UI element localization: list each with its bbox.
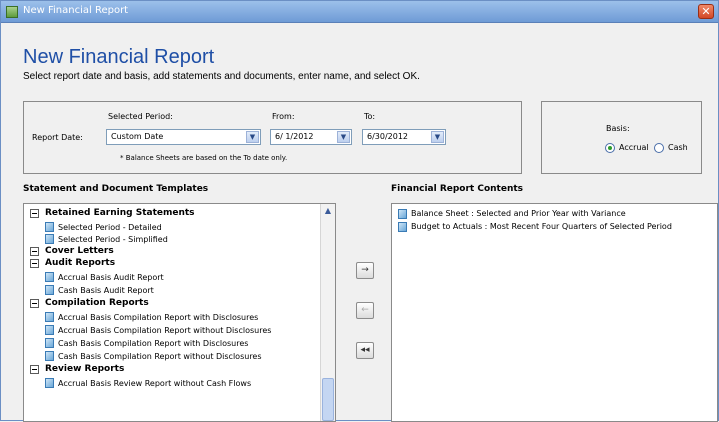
balance-sheet-note: * Balance Sheets are based on the To dat…: [120, 154, 288, 162]
cash-radio-label[interactable]: Cash: [668, 143, 688, 152]
document-icon: [45, 338, 54, 348]
tree-group[interactable]: Compilation Reports: [45, 298, 149, 309]
document-icon: [45, 285, 54, 295]
accrual-radio[interactable]: [605, 143, 615, 153]
collapse-icon[interactable]: [30, 259, 39, 268]
document-icon: [45, 378, 54, 388]
contents-item[interactable]: Balance Sheet : Selected and Prior Year …: [411, 208, 626, 219]
collapse-icon[interactable]: [30, 209, 39, 218]
title-bar: New Financial Report ✕: [1, 1, 718, 23]
report-date-group: Selected Period: From: To: Report Date: …: [23, 101, 522, 174]
tree-item[interactable]: Cash Basis Compilation Report with Discl…: [58, 338, 248, 349]
tree-group[interactable]: Cover Letters: [45, 246, 114, 257]
collapse-icon[interactable]: [30, 247, 39, 256]
close-button[interactable]: ✕: [698, 4, 714, 19]
accrual-radio-label[interactable]: Accrual: [619, 143, 649, 152]
chevron-down-icon[interactable]: ▼: [246, 131, 259, 143]
report-contents-list[interactable]: Balance Sheet : Selected and Prior Year …: [391, 203, 718, 422]
tree-item[interactable]: Accrual Basis Audit Report: [58, 272, 164, 283]
to-date-field[interactable]: 6/30/2012 ▼: [362, 129, 446, 145]
collapse-icon[interactable]: [30, 299, 39, 308]
window-title: New Financial Report: [23, 5, 129, 16]
basis-group: Basis: Accrual Cash: [541, 101, 702, 174]
tree-group[interactable]: Review Reports: [45, 364, 124, 375]
report-date-label: Report Date:: [32, 133, 83, 142]
selected-period-value: Custom Date: [111, 132, 164, 141]
templates-list[interactable]: Retained Earning Statements Selected Per…: [23, 203, 336, 422]
basis-label: Basis:: [606, 124, 630, 133]
cash-radio[interactable]: [654, 143, 664, 153]
chevron-down-icon[interactable]: ▼: [431, 131, 444, 143]
add-to-report-button[interactable]: →: [356, 262, 374, 279]
selected-period-label: Selected Period:: [108, 112, 173, 121]
document-icon: [45, 234, 54, 244]
document-icon: [398, 209, 407, 219]
from-date-field[interactable]: 6/ 1/2012 ▼: [270, 129, 352, 145]
chevron-down-icon[interactable]: ▼: [337, 131, 350, 143]
page-title: New Financial Report: [23, 46, 215, 68]
page-instructions: Select report date and basis, add statem…: [23, 71, 420, 82]
tree-item[interactable]: Cash Basis Compilation Report without Di…: [58, 351, 262, 362]
to-date-value: 6/30/2012: [367, 132, 409, 141]
scroll-up-icon[interactable]: ▲: [321, 204, 335, 219]
from-date-value: 6/ 1/2012: [275, 132, 314, 141]
tree-group[interactable]: Audit Reports: [45, 258, 115, 269]
contents-item[interactable]: Budget to Actuals : Most Recent Four Qua…: [411, 221, 672, 232]
collapse-icon[interactable]: [30, 365, 39, 374]
document-icon: [45, 351, 54, 361]
tree-item[interactable]: Accrual Basis Compilation Report without…: [58, 325, 271, 336]
to-label: To:: [364, 112, 376, 121]
document-icon: [45, 312, 54, 322]
templates-title: Statement and Document Templates: [23, 184, 209, 194]
scrollbar-thumb[interactable]: [322, 378, 334, 421]
tree-item[interactable]: Accrual Basis Review Report without Cash…: [58, 378, 251, 389]
document-icon: [398, 222, 407, 232]
remove-all-button[interactable]: ◂◂: [356, 342, 374, 359]
app-icon: [6, 6, 18, 18]
contents-title: Financial Report Contents: [391, 184, 524, 194]
document-icon: [45, 272, 54, 282]
document-icon: [45, 222, 54, 232]
tree-item[interactable]: Accrual Basis Compilation Report with Di…: [58, 312, 258, 323]
tree-group[interactable]: Retained Earning Statements: [45, 208, 195, 219]
templates-scrollbar[interactable]: ▲: [320, 204, 335, 421]
selected-period-dropdown[interactable]: Custom Date ▼: [106, 129, 261, 145]
new-financial-report-window: New Financial Report ✕ New Financial Rep…: [0, 0, 719, 422]
document-icon: [45, 325, 54, 335]
tree-item[interactable]: Selected Period - Detailed: [58, 222, 162, 233]
tree-item[interactable]: Cash Basis Audit Report: [58, 285, 154, 296]
tree-item[interactable]: Selected Period - Simplified: [58, 234, 168, 245]
remove-from-report-button[interactable]: ←: [356, 302, 374, 319]
from-label: From:: [272, 112, 295, 121]
